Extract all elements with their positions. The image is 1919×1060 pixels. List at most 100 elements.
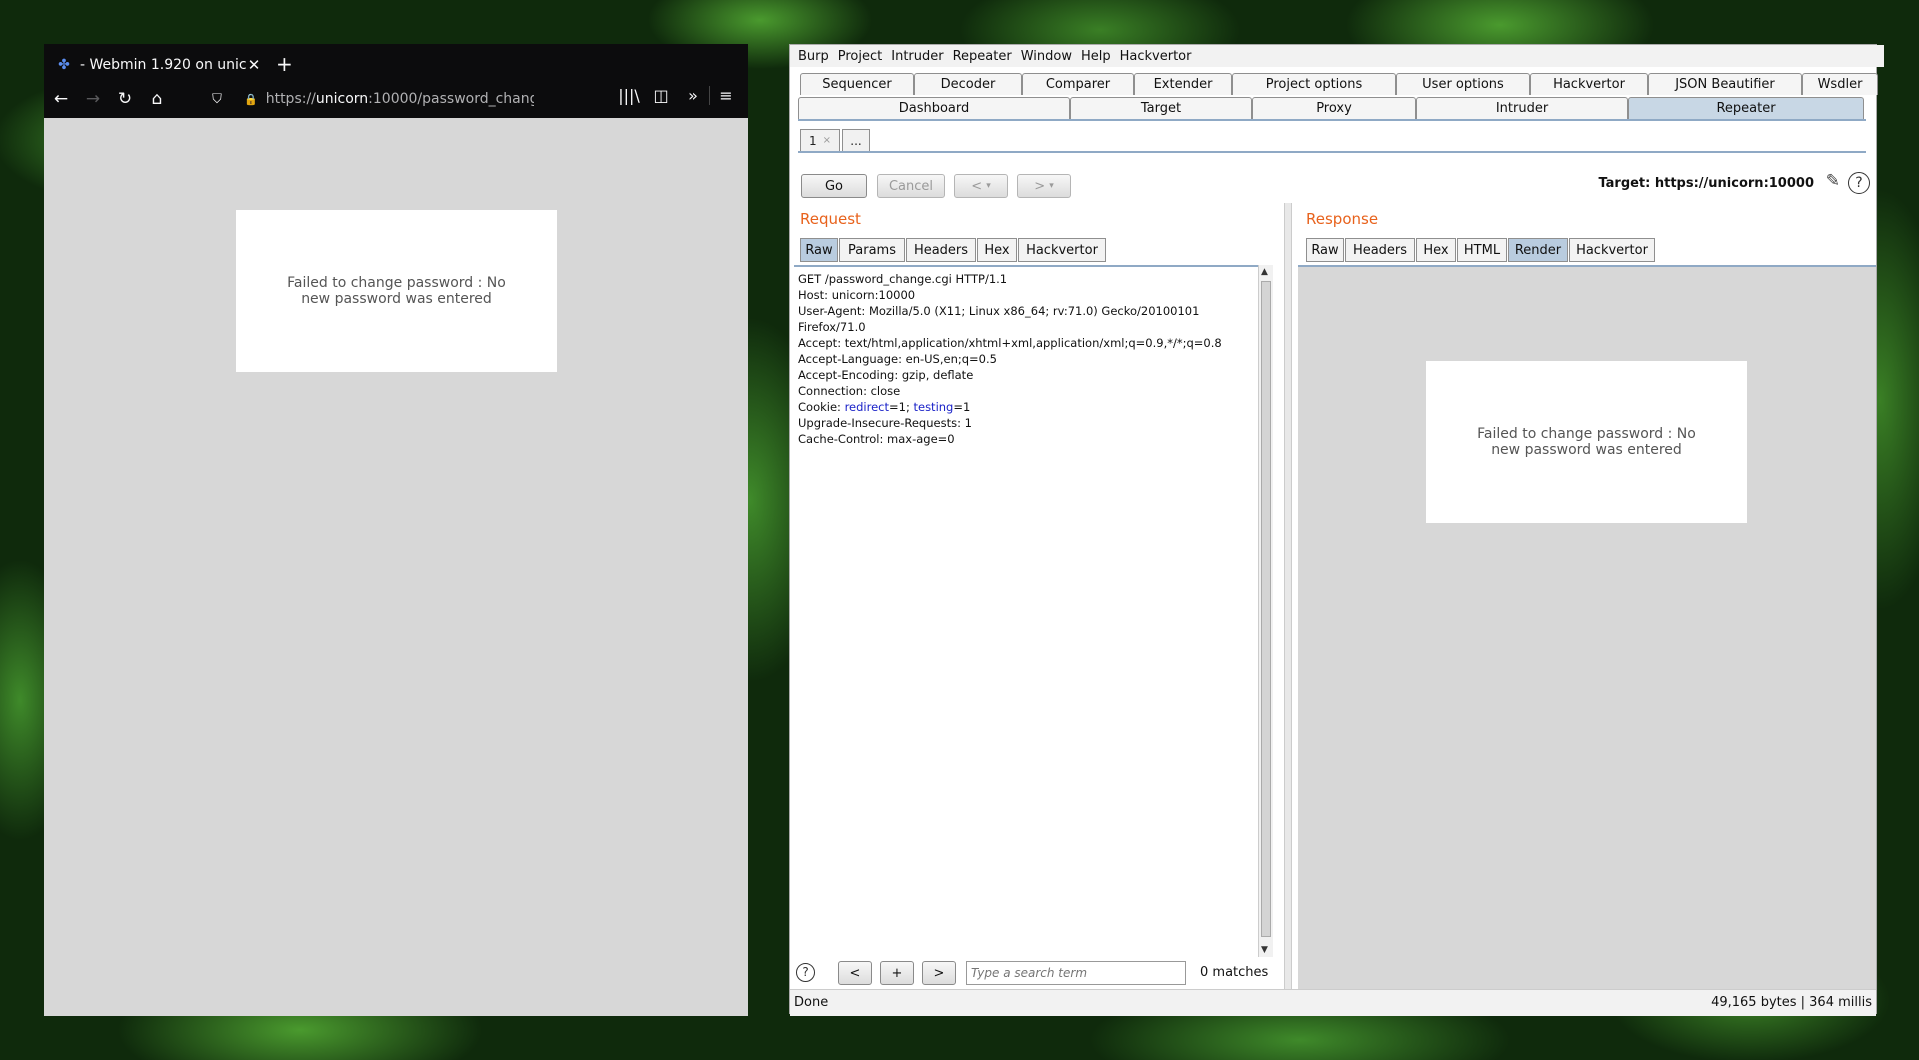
- response-stats: 49,165 bytes | 364 millis: [1711, 995, 1872, 1010]
- library-icon[interactable]: |||\: [613, 86, 645, 105]
- response-tab-hex[interactable]: Hex: [1416, 238, 1456, 262]
- target-label: Target: https://unicorn:10000: [1598, 176, 1814, 191]
- tab-proxy[interactable]: Proxy: [1252, 97, 1416, 119]
- dropdown-arrow-icon: ▾: [986, 181, 991, 191]
- rendered-message: Failed to change password : No new passw…: [1477, 426, 1696, 458]
- split-pane-divider[interactable]: [1284, 203, 1292, 989]
- menu-intruder[interactable]: Intruder: [891, 49, 943, 64]
- help-icon[interactable]: ?: [1848, 172, 1870, 194]
- reload-icon[interactable]: ↻: [110, 89, 140, 109]
- search-input[interactable]: [966, 961, 1186, 985]
- browser-tab[interactable]: ✤ - Webmin 1.920 on unico ✕: [50, 50, 262, 80]
- response-tab-render[interactable]: Render: [1508, 238, 1568, 262]
- cookie-value-1: =1;: [889, 400, 914, 414]
- status-bar: Done 49,165 bytes | 364 millis: [790, 989, 1876, 1016]
- back-arrow-icon[interactable]: ←: [46, 89, 76, 109]
- lock-icon: 🔒: [244, 92, 258, 106]
- shield-icon[interactable]: ⛉: [202, 92, 232, 107]
- tab-extender[interactable]: Extender: [1134, 73, 1232, 95]
- request-tab-params[interactable]: Params: [839, 238, 905, 262]
- response-tab-raw[interactable]: Raw: [1306, 238, 1344, 262]
- response-render-view: Failed to change password : No new passw…: [1298, 265, 1876, 991]
- menu-project[interactable]: Project: [838, 49, 882, 64]
- search-prev-button[interactable]: <: [838, 961, 872, 985]
- menu-help[interactable]: Help: [1081, 49, 1111, 64]
- url-path: :10000/password_change: [368, 91, 534, 107]
- home-icon[interactable]: ⌂: [142, 89, 172, 109]
- header-accept-language: Accept-Language: en-US,en;q=0.5: [798, 352, 997, 366]
- tab-comparer[interactable]: Comparer: [1022, 73, 1134, 95]
- forward-arrow-icon[interactable]: →: [78, 89, 108, 109]
- scroll-down-icon[interactable]: ▼: [1261, 945, 1268, 955]
- tab-json-beautifier[interactable]: JSON Beautifier: [1648, 73, 1802, 95]
- cookie-name-testing: testing: [913, 400, 954, 414]
- tab-user-options[interactable]: User options: [1396, 73, 1530, 95]
- tab-decoder[interactable]: Decoder: [914, 73, 1022, 95]
- request-editor[interactable]: GET /password_change.cgi HTTP/1.1 Host: …: [794, 265, 1262, 957]
- menu-burp[interactable]: Burp: [798, 49, 829, 64]
- main-tabs-row2: Dashboard Target Proxy Intruder Repeater: [798, 97, 1864, 119]
- request-title: Request: [800, 210, 861, 228]
- tab-underline: [798, 119, 1866, 121]
- match-count: 0 matches: [1200, 965, 1269, 980]
- close-tab-icon[interactable]: ×: [823, 135, 831, 146]
- response-tab-hackvertor[interactable]: Hackvertor: [1569, 238, 1655, 262]
- hamburger-menu-icon[interactable]: ≡: [709, 86, 742, 105]
- main-tabs-row1: Sequencer Decoder Comparer Extender Proj…: [800, 73, 1878, 95]
- tab-sequencer[interactable]: Sequencer: [800, 73, 914, 95]
- tab-dashboard[interactable]: Dashboard: [798, 97, 1070, 119]
- help-icon[interactable]: ?: [796, 963, 815, 982]
- header-user-agent-cont: Firefox/71.0: [798, 320, 866, 334]
- firefox-toolbar: ✤ - Webmin 1.920 on unico ✕ + ← → ↻ ⌂ ⛉ …: [44, 44, 748, 118]
- repeater-tab-1[interactable]: 1 ×: [800, 129, 840, 151]
- request-raw-text[interactable]: GET /password_change.cgi HTTP/1.1 Host: …: [798, 271, 1222, 447]
- menu-repeater[interactable]: Repeater: [953, 49, 1012, 64]
- nav-bar: ← → ↻ ⌂ ⛉ 🔒 https://unicorn:10000/passwo…: [44, 80, 748, 118]
- header-connection: Connection: close: [798, 384, 901, 398]
- response-tab-headers[interactable]: Headers: [1345, 238, 1415, 262]
- search-options-button[interactable]: +: [880, 961, 914, 985]
- sidebar-icon[interactable]: ◫: [645, 86, 677, 105]
- header-user-agent: User-Agent: Mozilla/5.0 (X11; Linux x86_…: [798, 304, 1200, 318]
- webmin-favicon-icon: ✤: [58, 57, 70, 73]
- tab-wsdler[interactable]: Wsdler: [1802, 73, 1878, 95]
- scroll-up-icon[interactable]: ▲: [1261, 267, 1268, 277]
- header-host: Host: unicorn:10000: [798, 288, 916, 302]
- menu-hackvertor[interactable]: Hackvertor: [1120, 49, 1192, 64]
- toolbar-right: |||\ ◫ » ≡: [613, 86, 742, 105]
- close-tab-icon[interactable]: ✕: [246, 56, 262, 74]
- response-title: Response: [1306, 210, 1379, 228]
- tab-repeater[interactable]: Repeater: [1628, 97, 1864, 119]
- overflow-chevron-icon[interactable]: »: [677, 86, 709, 105]
- tab-target[interactable]: Target: [1070, 97, 1252, 119]
- new-tab-icon[interactable]: +: [276, 52, 293, 76]
- url-scheme: https://: [265, 91, 316, 107]
- go-button[interactable]: Go: [801, 174, 867, 198]
- request-tab-headers[interactable]: Headers: [906, 238, 976, 262]
- forward-button[interactable]: > ▾: [1017, 174, 1071, 198]
- error-message: Failed to change password : No new passw…: [287, 275, 506, 307]
- request-tab-hackvertor[interactable]: Hackvertor: [1018, 238, 1106, 262]
- header-cookie-prefix: Cookie:: [798, 400, 845, 414]
- response-tabs: Raw Headers Hex HTML Render Hackvertor: [1306, 238, 1656, 262]
- tab-project-options[interactable]: Project options: [1232, 73, 1396, 95]
- url-bar[interactable]: 🔒 https://unicorn:10000/password_change: [244, 87, 534, 111]
- response-tab-html[interactable]: HTML: [1457, 238, 1507, 262]
- url-host: unicorn: [315, 91, 369, 107]
- scrollbar-thumb[interactable]: [1261, 281, 1271, 937]
- menu-bar: Burp Project Intruder Repeater Window He…: [790, 45, 1884, 67]
- back-button[interactable]: < ▾: [954, 174, 1008, 198]
- request-tab-hex[interactable]: Hex: [977, 238, 1017, 262]
- search-next-button[interactable]: >: [922, 961, 956, 985]
- tab-hackvertor[interactable]: Hackvertor: [1530, 73, 1648, 95]
- request-scrollbar[interactable]: ▲ ▼: [1258, 265, 1273, 957]
- menu-window[interactable]: Window: [1021, 49, 1072, 64]
- new-repeater-tab[interactable]: ...: [842, 129, 870, 151]
- dropdown-arrow-icon: ▾: [1049, 181, 1054, 191]
- tab-intruder[interactable]: Intruder: [1416, 97, 1628, 119]
- error-message-card: Failed to change password : No new passw…: [236, 210, 557, 372]
- forward-label: >: [1034, 178, 1046, 194]
- edit-pencil-icon[interactable]: ✎: [1826, 171, 1840, 191]
- cancel-button[interactable]: Cancel: [877, 174, 945, 198]
- request-tab-raw[interactable]: Raw: [800, 238, 838, 262]
